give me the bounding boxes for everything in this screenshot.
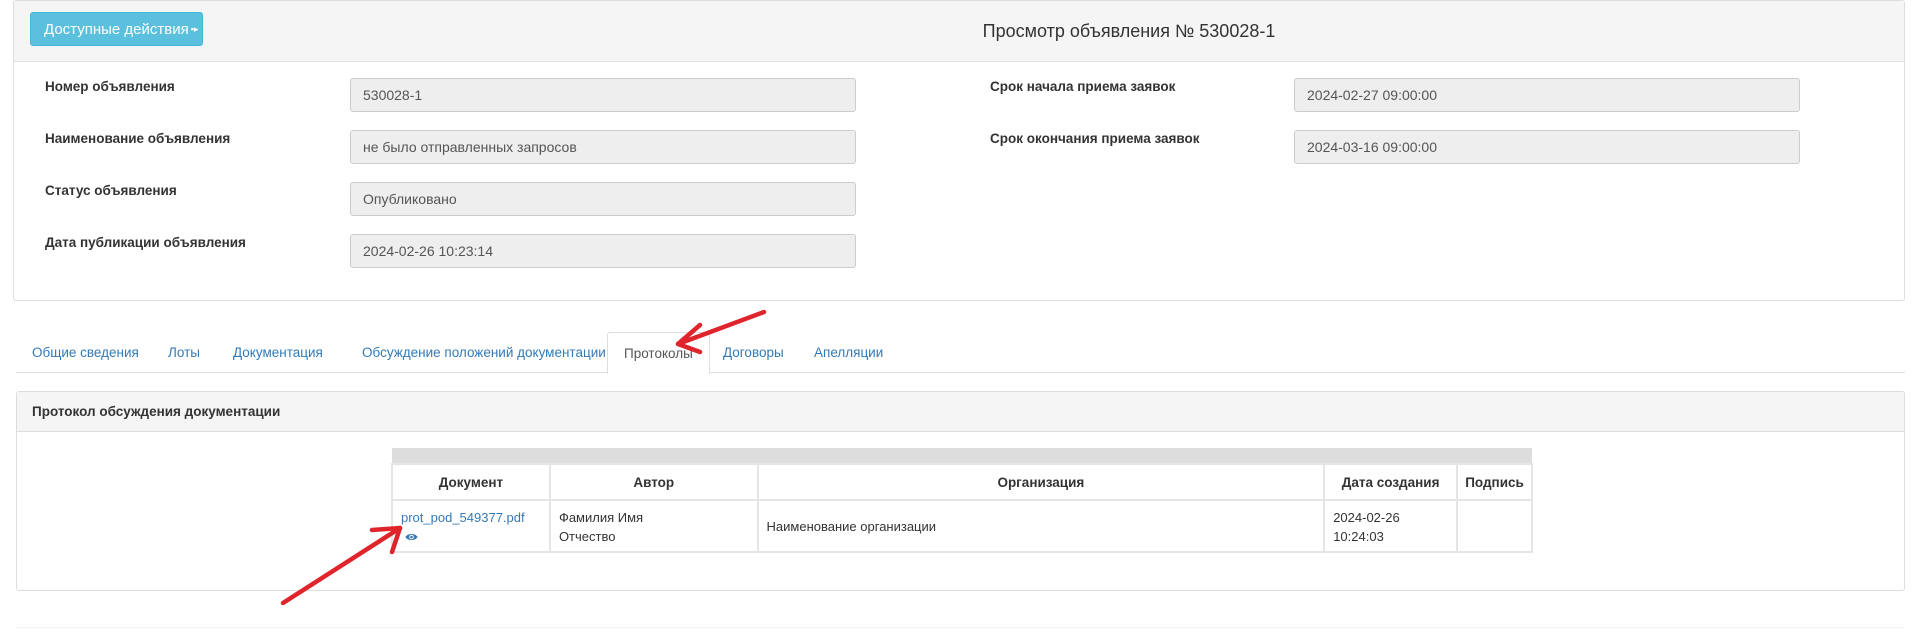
page-divider <box>16 627 1905 628</box>
tab-general-info[interactable]: Общие сведения <box>16 332 155 373</box>
author-name-line1: Фамилия Имя <box>558 510 644 525</box>
organization-cell: Наименование организации <box>756 499 1326 553</box>
field-start-date-input[interactable]: 2024-02-27 09:00:00 <box>1294 78 1800 112</box>
column-header-document: Документ <box>391 463 551 501</box>
announcement-panel: Доступные действия ▪▸ Просмотр объявления… <box>13 0 1905 301</box>
field-end-date-input[interactable]: 2024-03-16 09:00:00 <box>1294 130 1800 164</box>
column-header-organization: Организация <box>756 463 1326 501</box>
caret-down-icon: ▪▸ <box>190 23 199 34</box>
field-number-input[interactable]: 530028-1 <box>350 78 856 112</box>
field-name-input[interactable]: не было отправленных запросов <box>350 130 856 164</box>
column-header-created-date: Дата создания <box>1323 463 1459 501</box>
protocol-table: Документ Автор Организация Дата создания… <box>391 448 1533 553</box>
field-publish-date-input[interactable]: 2024-02-26 10:23:14 <box>350 234 856 268</box>
eye-icon[interactable] <box>405 532 418 542</box>
column-header-signature: Подпись <box>1456 463 1533 501</box>
field-label-start-date: Срок начала приема заявок <box>990 79 1176 94</box>
table-top-bar <box>392 448 1532 464</box>
field-label-number: Номер объявления <box>45 79 175 94</box>
available-actions-label: Доступные действия <box>44 20 189 38</box>
field-label-end-date: Срок окончания приема заявок <box>990 131 1200 146</box>
field-label-publish-date: Дата публикации объявления <box>45 235 246 250</box>
page-title: Просмотр объявления № 530028-1 <box>982 21 1276 41</box>
field-label-name: Наименование объявления <box>45 131 231 146</box>
tab-protocols[interactable]: Протоколы <box>607 332 710 374</box>
protocol-panel-title: Протокол обсуждения документации <box>17 392 1904 432</box>
author-name-line2: Отчество <box>558 529 616 544</box>
document-cell: prot_pod_549377.pdf <box>391 499 551 553</box>
created-date: 2024-02-26 <box>1333 510 1400 525</box>
tab-lots[interactable]: Лоты <box>152 332 216 373</box>
announcement-panel-header: Доступные действия ▪▸ Просмотр объявления… <box>14 1 1904 62</box>
available-actions-button[interactable]: Доступные действия ▪▸ <box>30 12 203 46</box>
signature-cell <box>1456 499 1533 553</box>
protocol-panel: Протокол обсуждения документации Докумен… <box>16 391 1905 591</box>
column-header-author: Автор <box>548 463 759 501</box>
field-status-input[interactable]: Опубликовано <box>350 182 856 216</box>
document-link[interactable]: prot_pod_549377.pdf <box>401 510 525 525</box>
tab-documentation[interactable]: Документация <box>217 332 339 373</box>
table-row: prot_pod_549377.pdf Фамилия Имя Отчество… <box>391 499 1533 553</box>
created-date-cell: 2024-02-26 10:24:03 <box>1323 499 1459 553</box>
created-time: 10:24:03 <box>1333 529 1384 544</box>
tab-appeals[interactable]: Апелляции <box>798 332 899 373</box>
field-label-status: Статус объявления <box>45 183 177 198</box>
table-header-row: Документ Автор Организация Дата создания… <box>391 463 1533 501</box>
author-cell: Фамилия Имя Отчество <box>548 499 759 553</box>
tab-documentation-discussion[interactable]: Обсуждение положений документации <box>346 332 622 373</box>
tab-contracts[interactable]: Договоры <box>707 332 800 373</box>
tab-bar: Общие сведения Лоты Документация Обсужде… <box>16 332 1905 374</box>
